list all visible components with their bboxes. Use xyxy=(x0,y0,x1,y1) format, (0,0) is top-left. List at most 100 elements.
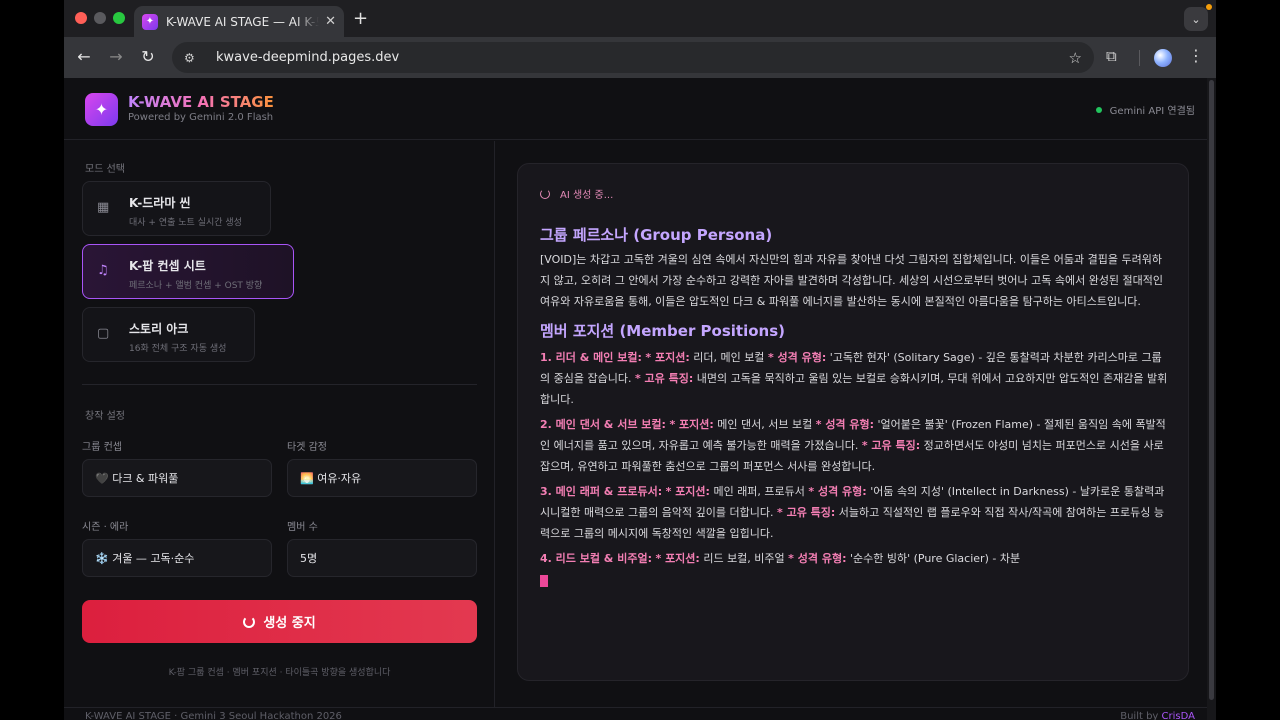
group-concept-select[interactable]: 🖤 다크 & 파워풀 xyxy=(82,459,272,497)
extensions-icon[interactable]: ⧉ xyxy=(1106,47,1117,65)
mode-desc: 대사 + 연출 노트 실시간 생성 xyxy=(129,218,242,228)
loading-spinner-icon xyxy=(540,188,550,199)
mode-title: K-팝 컨셉 시트 xyxy=(129,259,206,273)
new-tab-button[interactable]: + xyxy=(353,8,368,29)
type-label: * 성격 유형: xyxy=(788,552,847,565)
season-era-label: 시즌 · 에라 xyxy=(82,522,129,533)
position-label: * 포지션: xyxy=(669,418,714,431)
position-value: 메인 댄서, 서브 보컬 xyxy=(717,418,813,431)
browser-window: ✦ K-WAVE AI STAGE — AI K-드라마 ✕ + ⌄ ← → ↻… xyxy=(64,0,1216,720)
browser-tab[interactable]: ✦ K-WAVE AI STAGE — AI K-드라마 ✕ xyxy=(134,6,344,37)
film-icon: ▦ xyxy=(97,200,110,215)
member-count-input[interactable]: 5명 xyxy=(287,539,477,577)
app-title: K-WAVE AI STAGE xyxy=(128,93,274,111)
screen-border-left xyxy=(0,0,64,720)
sidebar-divider xyxy=(82,384,477,385)
trait-label: * 고유 특징: xyxy=(634,372,694,385)
persona-heading: 그룹 페르소나 (Group Persona) xyxy=(540,226,773,244)
members-heading: 멤버 포지션 (Member Positions) xyxy=(540,322,786,340)
tab-title: K-WAVE AI STAGE — AI K-드라마 xyxy=(166,15,319,29)
mode-section-label: 모드 선택 xyxy=(85,164,125,175)
output-panel: AI 생성 중... 그룹 페르소나 (Group Persona) [VOID… xyxy=(517,163,1189,681)
bookmark-star-icon[interactable]: ☆ xyxy=(1069,49,1082,67)
footer-credit-prefix: Built by xyxy=(1120,711,1159,720)
typing-cursor xyxy=(540,575,548,587)
mode-desc: 16화 전체 구조 자동 생성 xyxy=(129,344,227,354)
mode-card-kpop[interactable]: ♫ K-팝 컨셉 시트 페르소나 + 앨범 컨셉 + OST 방향 xyxy=(82,244,294,299)
type-value: '순수한 빙하' (Pure Glacier) - 차분 xyxy=(849,552,1021,565)
season-era-select[interactable]: ❄️ 겨울 — 고독·순수 xyxy=(82,539,272,577)
api-status: Gemini API 연결됨 xyxy=(1095,102,1195,117)
tab-search-chevron-icon[interactable]: ⌄ xyxy=(1184,7,1208,31)
position-value: 메인 래퍼, 프로듀서 xyxy=(713,485,805,498)
output-content: 그룹 페르소나 (Group Persona) [VOID]는 차갑고 고독한 … xyxy=(540,224,1170,591)
stop-button-label: 생성 중지 xyxy=(263,616,316,631)
persona-text: [VOID]는 차갑고 고독한 겨울의 심연 속에서 자신만의 힘과 자유를 찾… xyxy=(540,253,1164,308)
sparkle-logo-icon: ✦ xyxy=(85,93,118,126)
member-name: 3. 메인 래퍼 & 프로듀서: xyxy=(540,485,663,498)
mode-desc: 페르소나 + 앨범 컨셉 + OST 방향 xyxy=(129,281,263,291)
member-item: 4. 리드 보컬 & 비주얼: * 포지션: 리드 보컬, 비주얼 * 성격 유… xyxy=(540,548,1170,569)
music-note-icon: ♫ xyxy=(97,263,109,278)
member-item: 1. 리더 & 메인 보컬: * 포지션: 리더, 메인 보컬 * 성격 유형:… xyxy=(540,347,1170,410)
mode-card-kdrama[interactable]: ▦ K-드라마 씬 대사 + 연출 노트 실시간 생성 xyxy=(82,181,271,236)
scrollbar-thumb[interactable] xyxy=(1209,80,1214,700)
type-label: * 성격 유형: xyxy=(767,351,827,364)
type-label: * 성격 유형: xyxy=(815,418,875,431)
page: ✦ K-WAVE AI STAGE Powered by Gemini 2.0 … xyxy=(64,78,1216,720)
mode-title: 스토리 아크 xyxy=(129,322,189,336)
generation-status-text: AI 생성 중... xyxy=(560,190,614,201)
toolbar-separator xyxy=(1139,50,1140,66)
sparkle-favicon-icon: ✦ xyxy=(142,13,158,30)
page-scrollbar[interactable] xyxy=(1207,78,1216,720)
tab-close-icon[interactable]: ✕ xyxy=(325,14,336,29)
trait-label: * 고유 특징: xyxy=(777,506,836,519)
status-dot-icon xyxy=(1095,106,1102,113)
mode-title: K-드라마 씬 xyxy=(129,196,191,210)
profile-avatar[interactable] xyxy=(1154,49,1172,67)
member-item: 3. 메인 래퍼 & 프로듀서: * 포지션: 메인 래퍼, 프로듀서 * 성격… xyxy=(540,481,1170,544)
browser-menu-icon[interactable]: ⋮ xyxy=(1188,46,1204,65)
member-item: 2. 메인 댄서 & 서브 보컬: * 포지션: 메인 댄서, 서브 보컬 * … xyxy=(540,414,1170,477)
page-footer: K-WAVE AI STAGE · Gemini 3 Seoul Hackath… xyxy=(64,707,1207,720)
sidebar: 모드 선택 ▦ K-드라마 씬 대사 + 연출 노트 실시간 생성 ♫ K-팝 … xyxy=(64,141,495,707)
group-concept-label: 그룹 컨셉 xyxy=(82,442,122,453)
reload-icon[interactable]: ↻ xyxy=(138,47,158,66)
recording-indicator xyxy=(1206,4,1212,10)
position-label: * 포지션: xyxy=(655,552,700,565)
member-name: 1. 리더 & 메인 보컬: xyxy=(540,351,642,364)
url-text[interactable]: kwave-deepmind.pages.dev xyxy=(216,50,399,65)
browser-toolbar: ← → ↻ ⚙ kwave-deepmind.pages.dev ☆ ⧉ ⋮ xyxy=(64,37,1216,78)
sidebar-hint: K-팝 그룹 컨셉 · 멤버 포지션 · 타이틀곡 방향을 생성합니다 xyxy=(168,668,391,678)
maximize-window-button[interactable] xyxy=(113,12,125,24)
minimize-window-button[interactable] xyxy=(94,12,106,24)
screen-border-right xyxy=(1216,0,1280,720)
mode-card-story-arc[interactable]: ▢ 스토리 아크 16화 전체 구조 자동 생성 xyxy=(82,307,255,362)
book-icon: ▢ xyxy=(97,326,110,341)
generation-status: AI 생성 중... xyxy=(540,186,613,201)
tab-bar: ✦ K-WAVE AI STAGE — AI K-드라마 ✕ + ⌄ xyxy=(64,0,1216,37)
position-label: * 포지션: xyxy=(645,351,690,364)
settings-section-label: 창작 설정 xyxy=(85,411,125,422)
app-subtitle: Powered by Gemini 2.0 Flash xyxy=(128,112,274,123)
position-value: 리더, 메인 보컬 xyxy=(693,351,765,364)
site-info-icon[interactable]: ⚙ xyxy=(184,51,202,65)
back-arrow-icon[interactable]: ← xyxy=(74,47,94,66)
trait-label: * 고유 특징: xyxy=(861,439,921,452)
target-emotion-select[interactable]: 🌅 여유·자유 xyxy=(287,459,477,497)
member-count-label: 멤버 수 xyxy=(287,522,318,533)
member-name: 4. 리드 보컬 & 비주얼: xyxy=(540,552,652,565)
position-label: * 포지션: xyxy=(665,485,710,498)
member-name: 2. 메인 댄서 & 서브 보컬: xyxy=(540,418,666,431)
stop-generation-button[interactable]: 생성 중지 xyxy=(82,600,477,643)
spinner-icon xyxy=(243,615,256,628)
type-label: * 성격 유형: xyxy=(808,485,867,498)
footer-author-link[interactable]: CrisDA xyxy=(1162,711,1195,720)
address-bar[interactable]: ⚙ kwave-deepmind.pages.dev ☆ xyxy=(172,42,1094,73)
position-value: 리드 보컬, 비주얼 xyxy=(703,552,785,565)
api-status-text: Gemini API 연결됨 xyxy=(1109,106,1195,117)
target-emotion-label: 타겟 감정 xyxy=(287,442,327,453)
close-window-button[interactable] xyxy=(75,12,87,24)
forward-arrow-icon[interactable]: → xyxy=(106,47,126,66)
member-list: 1. 리더 & 메인 보컬: * 포지션: 리더, 메인 보컬 * 성격 유형:… xyxy=(540,347,1170,591)
